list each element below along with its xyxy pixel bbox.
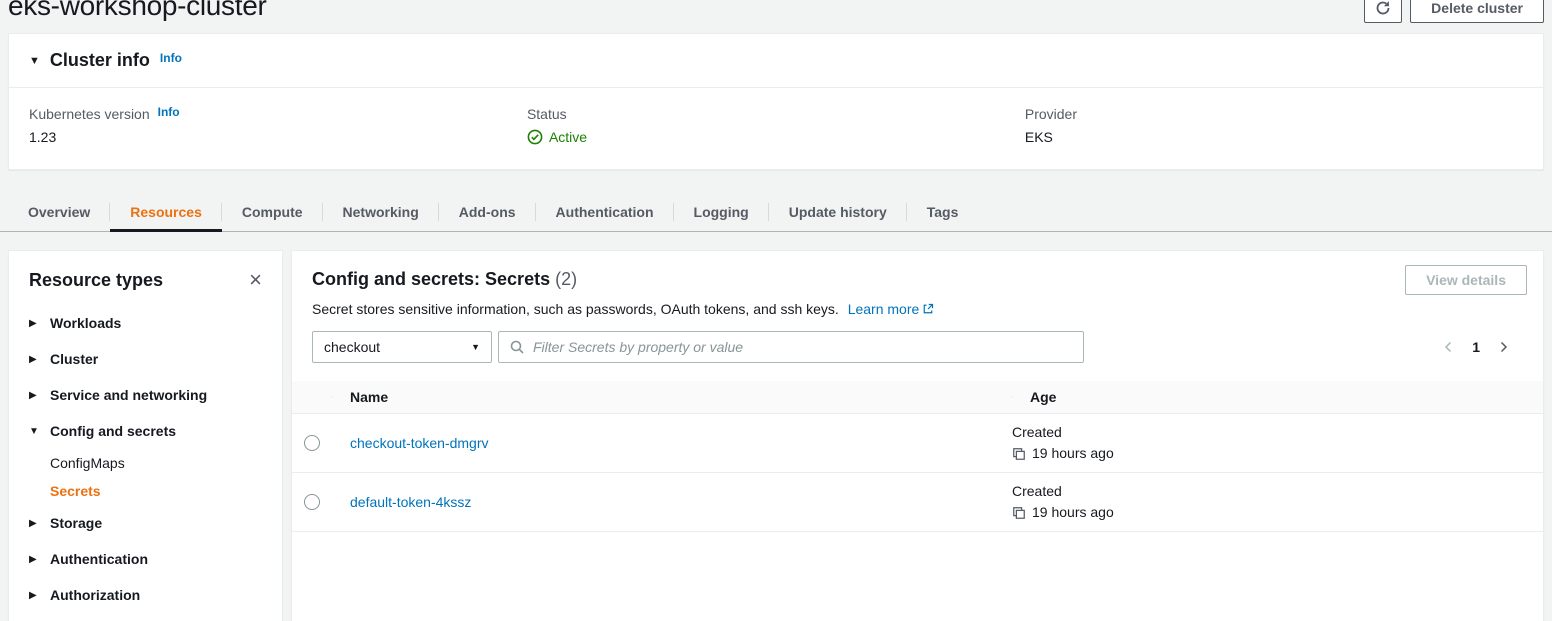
chevron-right-icon (1497, 340, 1509, 354)
cluster-info-header[interactable]: ▼ Cluster info Info (9, 34, 1543, 87)
namespace-filter-dropdown[interactable]: checkout ▼ (312, 331, 492, 363)
chevron-right-icon: ▶ (29, 590, 40, 601)
kubernetes-version-value: 1.23 (29, 129, 527, 145)
row-radio[interactable] (304, 494, 320, 510)
tab-tags[interactable]: Tags (907, 192, 979, 231)
check-circle-icon (527, 129, 543, 145)
provider-value: EKS (1025, 129, 1523, 145)
chevron-right-icon: ▶ (29, 354, 40, 365)
sidebar-item-secrets[interactable]: Secrets (9, 477, 282, 505)
age-created-label: Created (1012, 481, 1543, 502)
external-link-icon (922, 303, 934, 315)
refresh-button[interactable] (1364, 0, 1402, 23)
sidebar-group-authentication[interactable]: ▶ Authentication (9, 541, 282, 577)
status-field: Status Active (527, 106, 1025, 145)
sidebar-group-service-and-networking[interactable]: ▶ Service and networking (9, 377, 282, 413)
secret-name-link[interactable]: default-token-4kssz (350, 494, 471, 510)
sidebar-group-authorization[interactable]: ▶ Authorization (9, 577, 282, 613)
chevron-left-icon (1443, 340, 1455, 354)
tab-add-ons[interactable]: Add-ons (439, 192, 536, 231)
cluster-info-panel: ▼ Cluster info Info Kubernetes version I… (8, 33, 1544, 170)
search-box (498, 331, 1084, 363)
sidebar-group-storage[interactable]: ▶ Storage (9, 505, 282, 541)
chevron-right-icon: ▶ (29, 518, 40, 529)
tab-overview[interactable]: Overview (8, 192, 110, 231)
chevron-down-icon: ▼ (29, 426, 40, 437)
tab-logging[interactable]: Logging (674, 192, 769, 231)
pagination: 1 (1443, 339, 1523, 355)
sidebar-group-cluster[interactable]: ▶ Cluster (9, 341, 282, 377)
cluster-tabs: Overview Resources Compute Networking Ad… (0, 192, 1552, 232)
header-actions: Delete cluster (1364, 0, 1544, 23)
panel-title: Config and secrets: Secrets (312, 269, 550, 289)
resource-types-title: Resource types (29, 270, 163, 291)
view-details-button[interactable]: View details (1405, 265, 1527, 295)
table-header-age: Age (1012, 389, 1543, 405)
chevron-down-icon: ▼ (471, 342, 480, 352)
tab-update-history[interactable]: Update history (769, 192, 907, 231)
sidebar-item-configmaps[interactable]: ConfigMaps (9, 449, 282, 477)
page-title: eks-workshop-cluster (8, 0, 267, 21)
secret-name-link[interactable]: checkout-token-dmgrv (350, 435, 489, 451)
cluster-info-title: Cluster info (50, 50, 150, 71)
resources-content: Resource types × ▶ Workloads ▶ Cluster ▶… (8, 250, 1544, 621)
learn-more-link[interactable]: Learn more (848, 301, 935, 317)
pagination-next-button[interactable] (1497, 340, 1509, 354)
panel-description: Secret stores sensitive information, suc… (312, 301, 839, 317)
age-value: 19 hours ago (1032, 443, 1114, 464)
table-row: default-token-4kssz Created 19 hours ago (292, 473, 1543, 532)
close-icon[interactable]: × (249, 269, 262, 291)
tab-authentication[interactable]: Authentication (536, 192, 674, 231)
cluster-info-fields: Kubernetes version Info 1.23 Status Acti… (9, 88, 1543, 169)
copy-icon[interactable] (1012, 506, 1026, 520)
provider-field: Provider EKS (1025, 106, 1523, 145)
cluster-info-info-link[interactable]: Info (160, 51, 182, 65)
kubernetes-version-label: Kubernetes version (29, 106, 150, 122)
resource-types-panel: Resource types × ▶ Workloads ▶ Cluster ▶… (8, 250, 283, 621)
age-value: 19 hours ago (1032, 502, 1114, 523)
pagination-page-1[interactable]: 1 (1472, 339, 1480, 355)
secrets-count: (2) (555, 269, 577, 289)
kubernetes-version-info-link[interactable]: Info (158, 105, 180, 119)
namespace-filter-value: checkout (324, 339, 380, 355)
page-header: eks-workshop-cluster Delete cluster (0, 0, 1552, 26)
provider-label: Provider (1025, 106, 1077, 122)
table-header-name: Name (332, 389, 1012, 405)
status-badge: Active (549, 129, 587, 145)
tab-compute[interactable]: Compute (222, 192, 323, 231)
pagination-prev-button[interactable] (1443, 340, 1455, 354)
search-input[interactable] (498, 331, 1084, 363)
collapse-caret-icon[interactable]: ▼ (29, 55, 40, 67)
table-header-row: Name Age (292, 381, 1543, 414)
status-label: Status (527, 106, 567, 122)
kubernetes-version-field: Kubernetes version Info 1.23 (29, 106, 527, 145)
sidebar-group-config-and-secrets[interactable]: ▼ Config and secrets (9, 413, 282, 449)
sidebar-group-workloads[interactable]: ▶ Workloads (9, 305, 282, 341)
age-created-label: Created (1012, 422, 1543, 443)
table-row: checkout-token-dmgrv Created 19 hours ag… (292, 414, 1543, 473)
tab-resources[interactable]: Resources (110, 192, 222, 231)
resource-types-list: ▶ Workloads ▶ Cluster ▶ Service and netw… (9, 305, 282, 613)
chevron-right-icon: ▶ (29, 390, 40, 401)
tab-networking[interactable]: Networking (323, 192, 439, 231)
delete-cluster-button[interactable]: Delete cluster (1410, 0, 1544, 23)
refresh-icon (1375, 0, 1391, 16)
secrets-panel: View details Config and secrets: Secrets… (291, 250, 1544, 621)
chevron-right-icon: ▶ (29, 318, 40, 329)
row-radio[interactable] (304, 435, 320, 451)
secrets-table: Name Age checkout-token-dmgrv Created 19… (292, 381, 1543, 532)
copy-icon[interactable] (1012, 447, 1026, 461)
search-icon (509, 339, 525, 355)
chevron-right-icon: ▶ (29, 554, 40, 565)
